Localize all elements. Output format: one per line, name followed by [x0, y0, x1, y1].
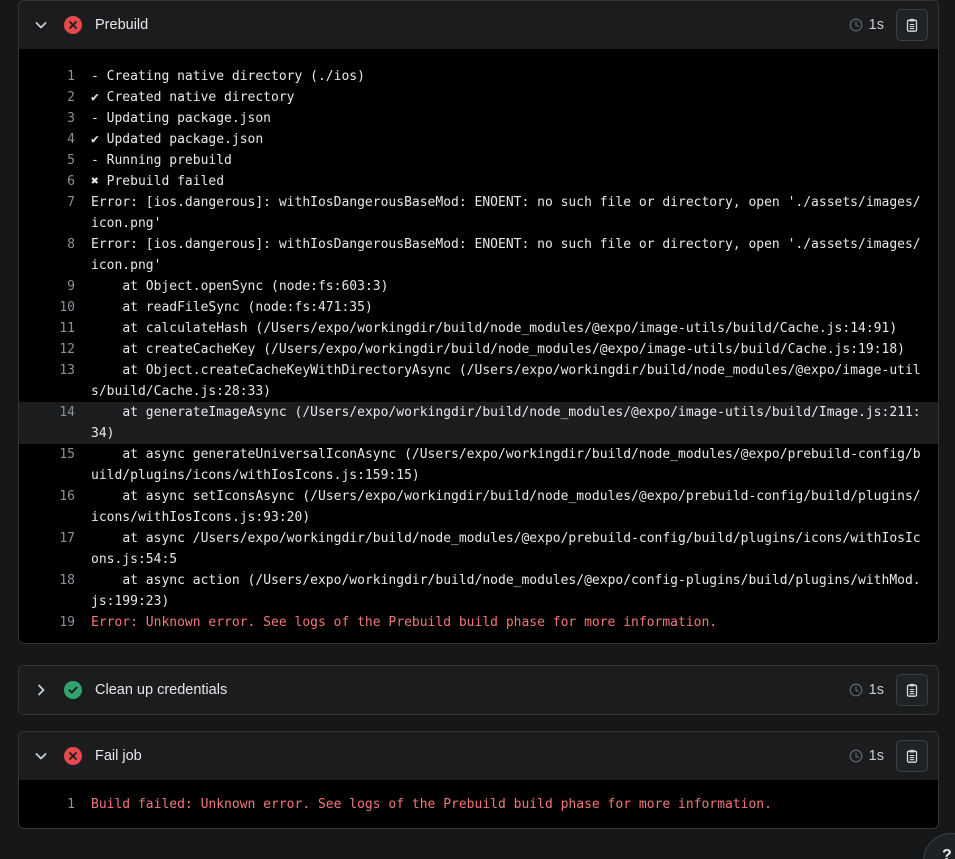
log-line: 4 ✔ Updated package.json — [19, 129, 938, 150]
line-text: - Running prebuild — [91, 153, 232, 168]
clipboard-icon — [906, 18, 918, 32]
log-line: 17 at async /Users/expo/workingdir/build… — [19, 528, 938, 570]
line-number: 10 — [59, 300, 75, 315]
line-text: at Object.openSync (node:fs:603:3) — [91, 279, 389, 294]
copy-logs-button[interactable] — [896, 740, 928, 772]
phase-fail-job: Fail job 1s 1 Build failed: Unknown error… — [18, 731, 939, 829]
log-line: 16 at async setIconsAsync (/Users/expo/w… — [19, 486, 938, 528]
copy-logs-button[interactable] — [896, 674, 928, 706]
log-line: 9 at Object.openSync (node:fs:603:3) — [19, 276, 938, 297]
log-line: 19 Error: Unknown error. See logs of the … — [19, 612, 938, 633]
line-text: at async /Users/expo/workingdir/build/no… — [91, 531, 921, 567]
log-line: 1 Build failed: Unknown error. See logs o… — [19, 794, 938, 815]
log-line: 5 - Running prebuild — [19, 150, 938, 171]
line-text: at async generateUniversalIconAsync (/Us… — [91, 447, 921, 483]
line-number: 14 — [59, 405, 75, 420]
line-text: at Object.createCacheKeyWithDirectoryAsy… — [91, 363, 921, 399]
phase-clean-up-credentials: Clean up credentials 1s — [18, 665, 939, 715]
phase-header[interactable]: Prebuild 1s — [19, 1, 938, 49]
log-output: 1 - Creating native directory (./ios) 2 ✔ C… — [19, 49, 938, 643]
help-icon: ? — [942, 847, 952, 859]
line-number: 19 — [59, 615, 75, 630]
line-number: 9 — [67, 279, 75, 294]
phase-title: Clean up credentials — [95, 682, 228, 698]
copy-logs-button[interactable] — [896, 9, 928, 41]
phase-duration: 1s — [849, 1, 884, 49]
error-x-circle-icon — [64, 747, 82, 765]
log-line: 13 at Object.createCacheKeyWithDirectory… — [19, 360, 938, 402]
phase-title: Fail job — [95, 748, 142, 764]
line-number: 8 — [67, 237, 75, 252]
log-line: 6 ✖ Prebuild failed — [19, 171, 938, 192]
line-text: - Updating package.json — [91, 111, 272, 126]
log-line: 18 at async action (/Users/expo/workingd… — [19, 570, 938, 612]
log-output: 1 Build failed: Unknown error. See logs o… — [19, 780, 938, 828]
error-x-circle-icon — [64, 16, 82, 34]
chevron-down-icon[interactable] — [33, 17, 49, 33]
log-line: 11 at calculateHash (/Users/expo/working… — [19, 318, 938, 339]
line-text: ✖ Prebuild failed — [91, 174, 225, 189]
line-text: - Creating native directory (./ios) — [91, 69, 365, 84]
chevron-down-icon[interactable] — [33, 748, 49, 764]
line-text: Error: Unknown error. See logs of the Pr… — [91, 615, 718, 630]
log-line: 8 Error: [ios.dangerous]: withIosDangerou… — [19, 234, 938, 276]
line-text: at async action (/Users/expo/workingdir/… — [91, 573, 921, 609]
phase-header[interactable]: Clean up credentials 1s — [19, 666, 938, 714]
duration-value: 1s — [868, 682, 884, 698]
line-text: ✔ Updated package.json — [91, 132, 264, 147]
phase-prebuild: Prebuild 1s 1 - Creating native directory… — [18, 0, 939, 644]
line-number: 1 — [67, 69, 75, 84]
line-number: 18 — [59, 573, 75, 588]
line-number: 5 — [67, 153, 75, 168]
duration-value: 1s — [868, 17, 884, 33]
line-number: 3 — [67, 111, 75, 126]
line-number: 17 — [59, 531, 75, 546]
clipboard-icon — [906, 749, 918, 763]
phase-duration: 1s — [849, 666, 884, 714]
phase-header[interactable]: Fail job 1s — [19, 732, 938, 780]
line-text: at async setIconsAsync (/Users/expo/work… — [91, 489, 921, 525]
line-text: ✔ Created native directory — [91, 90, 295, 105]
chevron-right-icon[interactable] — [33, 682, 49, 698]
clock-icon — [849, 683, 863, 697]
log-line: 15 at async generateUniversalIconAsync (… — [19, 444, 938, 486]
clipboard-icon — [906, 683, 918, 697]
phase-title: Prebuild — [95, 17, 149, 33]
line-text: at readFileSync (node:fs:471:35) — [91, 300, 373, 315]
log-line: 2 ✔ Created native directory — [19, 87, 938, 108]
line-number: 11 — [59, 321, 75, 336]
line-text: Error: [ios.dangerous]: withIosDangerous… — [91, 237, 921, 273]
line-number: 2 — [67, 90, 75, 105]
log-line: 3 - Updating package.json — [19, 108, 938, 129]
help-button[interactable]: ? — [923, 833, 955, 859]
clock-icon — [849, 18, 863, 32]
line-number: 12 — [59, 342, 75, 357]
line-text: at createCacheKey (/Users/expo/workingdi… — [91, 342, 905, 357]
line-text: Build failed: Unknown error. See logs of… — [91, 797, 772, 812]
line-number: 13 — [59, 363, 75, 378]
build-log-page: Prebuild 1s 1 - Creating native directory… — [0, 0, 955, 859]
log-line: 10 at readFileSync (node:fs:471:35) — [19, 297, 938, 318]
duration-value: 1s — [868, 748, 884, 764]
line-number: 1 — [67, 797, 75, 812]
success-check-circle-icon — [64, 681, 82, 699]
log-line: 7 Error: [ios.dangerous]: withIosDangerou… — [19, 192, 938, 234]
log-line: 14 at generateImageAsync (/Users/expo/wo… — [19, 402, 938, 444]
log-line: 12 at createCacheKey (/Users/expo/workin… — [19, 339, 938, 360]
phase-duration: 1s — [849, 732, 884, 780]
line-number: 7 — [67, 195, 75, 210]
line-number: 15 — [59, 447, 75, 462]
clock-icon — [849, 749, 863, 763]
line-text: Error: [ios.dangerous]: withIosDangerous… — [91, 195, 921, 231]
line-text: at calculateHash (/Users/expo/workingdir… — [91, 321, 898, 336]
line-text: at generateImageAsync (/Users/expo/worki… — [91, 405, 921, 441]
line-number: 16 — [59, 489, 75, 504]
line-number: 4 — [67, 132, 75, 147]
log-line: 1 - Creating native directory (./ios) — [19, 66, 938, 87]
line-number: 6 — [67, 174, 75, 189]
